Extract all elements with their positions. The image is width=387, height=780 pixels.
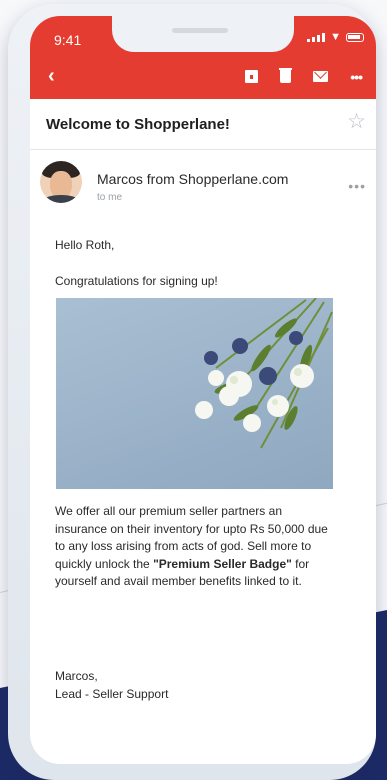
signature-title: Lead - Seller Support xyxy=(55,687,169,701)
phone-frame: 9:41 ▼ ‹ ••• Welcome to Shopperlane! ☆ M… xyxy=(8,4,376,780)
subject-row: Welcome to Shopperlane! ☆ xyxy=(30,99,376,150)
flower-bouquet-illustration xyxy=(195,297,333,449)
back-icon[interactable]: ‹ xyxy=(48,66,55,86)
archive-icon[interactable] xyxy=(245,70,259,83)
email-greeting: Hello Roth, xyxy=(55,238,115,252)
phone-notch xyxy=(112,16,294,52)
star-icon[interactable]: ☆ xyxy=(347,111,366,133)
message-more-icon[interactable]: ••• xyxy=(348,179,366,193)
speaker-grille xyxy=(172,28,228,33)
status-time: 9:41 xyxy=(54,32,82,48)
email-intro: Congratulations for signing up! xyxy=(55,274,218,288)
email-body-paragraph: We offer all our premium seller partners… xyxy=(55,503,337,591)
avatar[interactable] xyxy=(40,161,82,203)
battery-icon xyxy=(346,33,364,42)
status-icons: ▼ xyxy=(307,31,364,43)
signal-icon xyxy=(307,33,326,42)
premium-badge-name: "Premium Seller Badge" xyxy=(153,556,292,571)
sender-name: Marcos from Shopperlane.com xyxy=(97,171,289,187)
email-subject: Welcome to Shopperlane! xyxy=(46,116,230,133)
flower-bouquet-image xyxy=(56,297,333,489)
avatar-face xyxy=(50,171,72,198)
more-options-icon[interactable]: ••• xyxy=(350,70,363,84)
email-actions: ••• xyxy=(245,68,363,84)
recipient-label[interactable]: to me xyxy=(97,192,122,203)
phone-screen: 9:41 ▼ ‹ ••• Welcome to Shopperlane! ☆ M… xyxy=(30,16,376,764)
wifi-icon: ▼ xyxy=(330,31,341,43)
header-bar: 9:41 ▼ ‹ ••• xyxy=(30,16,376,99)
signature-name: Marcos, xyxy=(55,669,98,683)
mail-icon[interactable] xyxy=(313,71,329,82)
avatar-shirt xyxy=(44,195,78,203)
delete-icon[interactable] xyxy=(279,68,293,83)
